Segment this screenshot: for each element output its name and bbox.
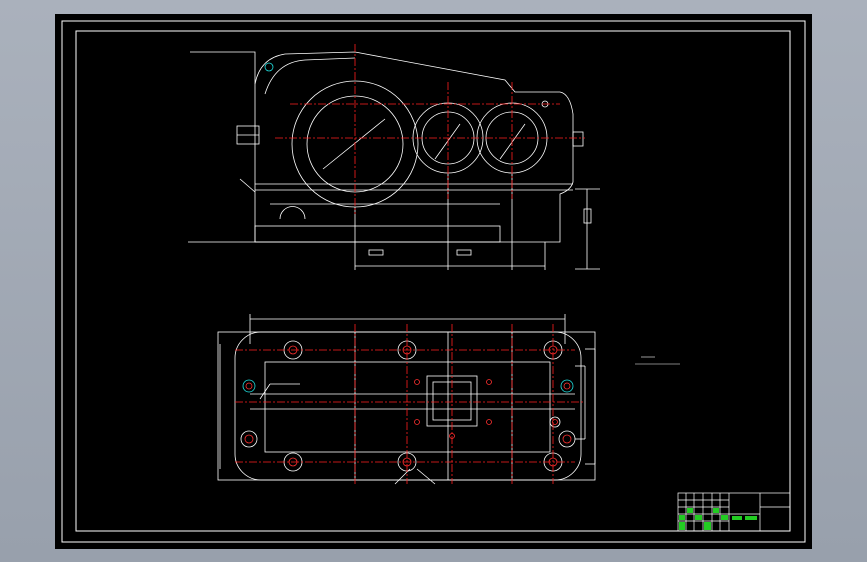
top-leader-4 (416, 468, 436, 485)
housing-left-outline (188, 51, 256, 243)
leader-1 (322, 118, 386, 170)
front-view[interactable] (188, 51, 600, 270)
cover-screw (414, 419, 420, 425)
revision-grid (678, 493, 729, 531)
technical-notes (635, 356, 680, 365)
outer-border (61, 20, 806, 543)
leader-2 (434, 123, 461, 160)
bolt-hole[interactable] (558, 430, 576, 448)
bolt-hole[interactable] (240, 430, 258, 448)
bolt-hole[interactable] (560, 379, 574, 393)
bolt-hole[interactable] (549, 416, 561, 428)
front-centerlines (275, 44, 585, 214)
dimension-tag (583, 208, 592, 224)
drawing-canvas[interactable] (55, 14, 812, 549)
cover-screw (486, 419, 492, 425)
leader-3 (499, 123, 526, 160)
title-block-fills (679, 508, 757, 530)
title-block-frame (677, 492, 791, 532)
housing-cover-inner (264, 57, 356, 95)
dim-tag-a (368, 249, 384, 256)
dim-tag-b (456, 249, 472, 256)
drain-boss (279, 206, 306, 220)
top-view-bolts[interactable] (240, 340, 576, 472)
title-block[interactable] (677, 492, 791, 532)
output-shaft (572, 131, 584, 147)
cover-screw (414, 379, 420, 385)
top-view[interactable] (217, 314, 596, 485)
bolt-hole[interactable] (242, 379, 256, 393)
cover-screw (486, 379, 492, 385)
housing-top-outline (264, 361, 551, 453)
inclined-line (239, 178, 256, 193)
lifting-hole (264, 62, 274, 72)
base-flange (254, 225, 501, 243)
cad-drawing-sheet[interactable] (55, 14, 812, 549)
